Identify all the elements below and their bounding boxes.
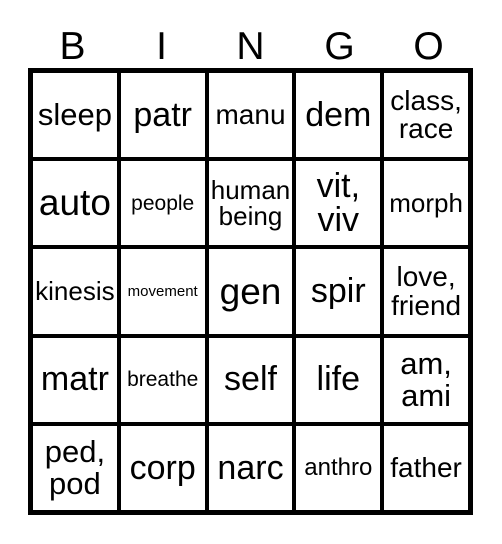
bingo-cell-label: matr xyxy=(40,360,109,399)
bingo-cell-g3[interactable]: spir xyxy=(296,249,385,334)
bingo-cell-g1[interactable]: dem xyxy=(296,73,385,158)
bingo-cell-b2[interactable]: auto xyxy=(33,161,121,246)
bingo-cell-label: am, ami xyxy=(400,346,452,413)
bingo-cell-label: movement xyxy=(127,282,198,300)
bingo-cell-label: manu xyxy=(215,98,286,130)
bingo-cell-b5[interactable]: ped, pod xyxy=(33,425,121,511)
bingo-header-letter-o: O xyxy=(413,25,444,68)
bingo-cell-g5[interactable]: anthro xyxy=(296,425,385,511)
bingo-row: kinesis movement gen spir love, friend xyxy=(33,249,468,338)
bingo-cell-label: self xyxy=(224,360,277,399)
bingo-card: B I N G O sleep patr manu dem class, rac… xyxy=(0,0,502,544)
bingo-cell-label: spir xyxy=(310,272,366,311)
bingo-cell-label: human being xyxy=(210,174,291,232)
bingo-cell-label: ped, pod xyxy=(44,434,106,501)
bingo-row: auto people human being vit, viv morph xyxy=(33,161,468,250)
bingo-cell-label: love, friend xyxy=(391,260,462,321)
bingo-cell-n5[interactable]: narc xyxy=(209,425,297,511)
bingo-cell-i1[interactable]: patr xyxy=(121,73,209,158)
bingo-cell-label: gen xyxy=(219,270,282,312)
bingo-cell-o4[interactable]: am, ami xyxy=(384,338,468,422)
bingo-header-row: B I N G O xyxy=(28,14,473,68)
bingo-cell-n2[interactable]: human being xyxy=(209,161,297,246)
bingo-header-letter-g: G xyxy=(324,25,355,68)
bingo-cell-b1[interactable]: sleep xyxy=(33,73,121,158)
bingo-cell-o2[interactable]: morph xyxy=(384,161,468,245)
bingo-header-letter-n: N xyxy=(236,25,265,68)
bingo-cell-label: kinesis xyxy=(35,276,115,307)
bingo-cell-label: life xyxy=(316,360,361,399)
bingo-cell-g2[interactable]: vit, viv xyxy=(296,161,385,246)
bingo-header-letter-i: I xyxy=(156,25,167,68)
bingo-cell-n1[interactable]: manu xyxy=(209,73,297,158)
bingo-cell-label: morph xyxy=(389,188,463,219)
bingo-cell-o3[interactable]: love, friend xyxy=(384,249,468,333)
bingo-cell-label: sleep xyxy=(37,97,112,133)
bingo-row: ped, pod corp narc anthro father xyxy=(33,425,468,511)
bingo-cell-i4[interactable]: breathe xyxy=(121,337,209,422)
bingo-cell-label: auto xyxy=(38,182,111,224)
bingo-header-letter-b: B xyxy=(59,25,86,68)
bingo-cell-label: anthro xyxy=(304,453,373,481)
bingo-cell-label: people xyxy=(131,191,195,215)
bingo-cell-label: dem xyxy=(305,95,372,134)
bingo-cell-label: father xyxy=(390,451,462,483)
bingo-cell-label: corp xyxy=(129,448,196,487)
bingo-cell-label: patr xyxy=(133,95,192,134)
bingo-grid: sleep patr manu dem class, race auto peo… xyxy=(28,68,473,515)
bingo-cell-label: breathe xyxy=(127,368,199,391)
bingo-cell-label: narc xyxy=(217,448,284,487)
bingo-cell-i2[interactable]: people xyxy=(121,161,209,246)
bingo-cell-b4[interactable]: matr xyxy=(33,337,121,422)
bingo-cell-i5[interactable]: corp xyxy=(121,425,209,511)
bingo-cell-i3[interactable]: movement xyxy=(121,249,209,334)
bingo-row: sleep patr manu dem class, race xyxy=(33,73,468,162)
bingo-cell-label: vit, viv xyxy=(316,166,361,240)
bingo-cell-o5[interactable]: father xyxy=(384,426,468,510)
bingo-row: matr breathe self life am, ami xyxy=(33,337,468,426)
bingo-cell-g4[interactable]: life xyxy=(296,337,385,422)
bingo-cell-o1[interactable]: class, race xyxy=(384,73,468,157)
bingo-cell-n4[interactable]: self xyxy=(209,337,297,422)
bingo-cell-label: class, race xyxy=(390,84,462,145)
bingo-cell-n3[interactable]: gen xyxy=(209,249,297,334)
bingo-cell-b3[interactable]: kinesis xyxy=(33,249,121,334)
